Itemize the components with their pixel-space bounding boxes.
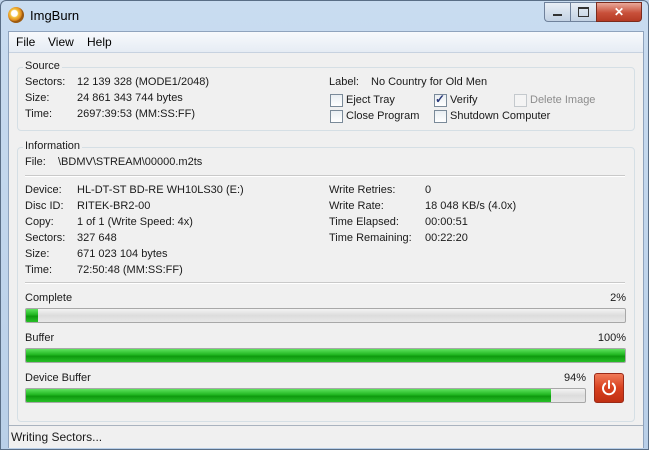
main-client-area: File View Help Source Sectors: 12 139 32… [8,31,644,448]
device-buffer-percent: 94% [563,372,586,384]
divider [25,282,625,284]
source-sectors-label: Sectors: [25,76,66,88]
delete-image-label[interactable]: Delete Image [530,94,595,106]
shutdown-computer-checkbox[interactable] [434,110,447,123]
menu-help[interactable]: Help [87,35,112,49]
minimize-icon [553,14,562,16]
disc-label-value: No Country for Old Men [371,76,488,88]
disc-label-label: Label: [329,76,359,88]
abort-button[interactable] [594,373,624,403]
write-retries-label: Write Retries: [329,184,396,196]
time-remaining-value: 00:22:20 [425,232,468,244]
write-rate-value: 18 048 KB/s (4.0x) [425,200,517,212]
file-label: File: [25,156,46,168]
info-sectors-label: Sectors: [25,232,66,244]
close-button[interactable]: ✕ [596,2,642,22]
delete-image-checkbox[interactable] [514,94,527,107]
information-legend: Information [23,140,83,152]
menu-bar: File View Help [9,32,643,53]
buffer-progress-bar [25,348,626,363]
file-value: \BDMV\STREAM\00000.m2ts [58,156,203,168]
divider [25,175,625,177]
shutdown-computer-label[interactable]: Shutdown Computer [450,110,550,122]
time-remaining-label: Time Remaining: [329,232,412,244]
complete-progress-bar [25,308,626,323]
status-text: Writing Sectors... [11,430,103,444]
verify-label[interactable]: Verify [450,94,478,106]
imgburn-window: ImgBurn ✕ File View Help Source Sectors:… [0,0,649,450]
eject-tray-label[interactable]: Eject Tray [346,94,395,106]
device-value: HL-DT-ST BD-RE WH10LS30 (E:) [77,184,244,196]
buffer-label: Buffer [25,332,55,344]
power-icon [602,380,616,396]
close-program-label[interactable]: Close Program [346,110,419,122]
source-time-label: Time: [25,108,53,120]
maximize-button[interactable] [570,2,596,22]
info-time-label: Time: [25,264,53,276]
copy-label: Copy: [25,216,54,228]
source-legend: Source [23,60,62,72]
disc-id-value: RITEK-BR2-00 [77,200,151,212]
eject-tray-checkbox[interactable] [330,94,343,107]
verify-checkbox[interactable]: ✓ [434,92,447,107]
checkmark-icon: ✓ [435,92,446,106]
info-size-value: 671 023 104 bytes [77,248,168,260]
buffer-percent: 100% [597,332,626,344]
device-buffer-label: Device Buffer [25,372,91,384]
source-size-label: Size: [25,92,50,104]
write-retries-value: 0 [425,184,432,196]
info-time-value: 72:50:48 (MM:SS:FF) [77,264,183,276]
window-title: ImgBurn [30,8,80,23]
title-bar[interactable]: ImgBurn ✕ [1,1,648,31]
complete-progress-fill [26,309,38,322]
time-elapsed-value: 00:00:51 [425,216,468,228]
info-size-label: Size: [25,248,50,260]
imgburn-disc-icon[interactable] [8,7,24,23]
source-sectors-value: 12 139 328 (MODE1/2048) [77,76,210,88]
source-size-value: 24 861 343 744 bytes [77,92,183,104]
buffer-progress-fill [26,349,625,362]
close-program-checkbox[interactable] [330,110,343,123]
source-time-value: 2697:39:53 (MM:SS:FF) [77,108,195,120]
device-buffer-progress-fill [26,389,552,402]
device-buffer-progress-bar [25,388,586,403]
close-icon: ✕ [613,5,625,19]
disc-id-label: Disc ID: [25,200,64,212]
menu-view[interactable]: View [48,35,74,49]
minimize-button[interactable] [544,2,570,22]
window-controls: ✕ [544,2,642,22]
write-rate-label: Write Rate: [329,200,384,212]
complete-percent: 2% [610,292,626,304]
maximize-icon [578,7,589,17]
time-elapsed-label: Time Elapsed: [329,216,399,228]
complete-label: Complete [25,292,73,304]
copy-value: 1 of 1 (Write Speed: 4x) [77,216,193,228]
info-sectors-value: 327 648 [77,232,117,244]
status-bar: Writing Sectors... [9,425,643,448]
menu-file[interactable]: File [16,35,35,49]
device-label: Device: [25,184,62,196]
